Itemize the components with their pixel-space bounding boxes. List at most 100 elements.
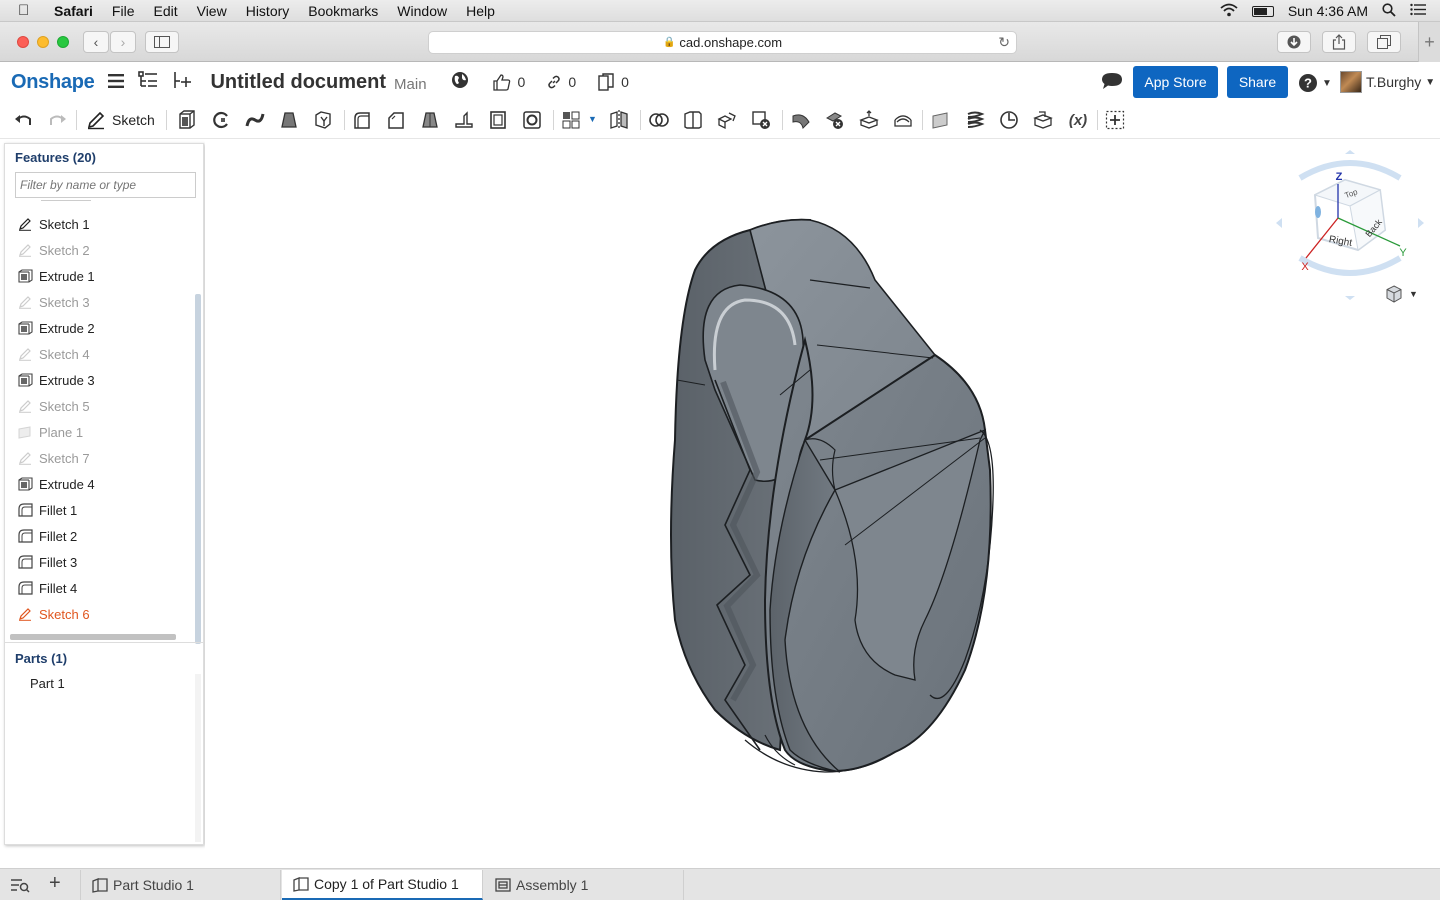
- menu-edit[interactable]: Edit: [153, 3, 177, 19]
- menu-window[interactable]: Window: [397, 3, 447, 19]
- tab-assembly-1[interactable]: Assembly 1: [484, 870, 684, 900]
- battery-icon[interactable]: [1251, 5, 1274, 17]
- wifi-icon[interactable]: [1220, 3, 1238, 20]
- feature-list-scrollbar[interactable]: [195, 294, 201, 644]
- feature-item[interactable]: Extrude 4: [15, 473, 185, 495]
- chamfer-icon[interactable]: [385, 109, 407, 131]
- feature-item[interactable]: Sketch 7: [15, 447, 185, 469]
- globe-icon[interactable]: [451, 71, 469, 94]
- feature-item[interactable]: Extrude 2: [15, 317, 185, 339]
- feature-item[interactable]: Sketch 6: [15, 603, 185, 625]
- menu-file[interactable]: File: [112, 3, 135, 19]
- helix-icon[interactable]: [964, 109, 986, 131]
- shell-icon[interactable]: [487, 109, 509, 131]
- app-store-button[interactable]: App Store: [1133, 66, 1218, 98]
- tabs-overview-button[interactable]: [1367, 31, 1401, 53]
- modify-fillet-icon[interactable]: [790, 109, 812, 131]
- add-tab-button[interactable]: +: [49, 872, 61, 895]
- onshape-logo[interactable]: Onshape: [11, 71, 95, 94]
- close-window-button[interactable]: [17, 36, 29, 48]
- pattern-dropdown-chevron-icon[interactable]: ▼: [588, 114, 597, 124]
- thicken-icon[interactable]: [312, 109, 334, 131]
- zoom-window-button[interactable]: [57, 36, 69, 48]
- notification-center-icon[interactable]: [1410, 3, 1426, 19]
- mate-connector-icon[interactable]: [998, 109, 1020, 131]
- feature-item[interactable]: Sketch 5: [15, 395, 185, 417]
- pattern-icon[interactable]: [560, 109, 582, 131]
- rib-icon[interactable]: [453, 109, 475, 131]
- share-button[interactable]: Share: [1227, 66, 1288, 98]
- share-page-button[interactable]: [1322, 31, 1356, 53]
- boolean-icon[interactable]: [648, 109, 670, 131]
- apple-menu-icon[interactable]: : [18, 2, 40, 19]
- fillet-icon[interactable]: [351, 109, 373, 131]
- feature-item[interactable]: Extrude 1: [15, 265, 185, 287]
- menu-app-name[interactable]: Safari: [54, 3, 93, 19]
- loft-icon[interactable]: [278, 109, 300, 131]
- minimize-window-button[interactable]: [37, 36, 49, 48]
- sidebar-toggle-button[interactable]: [145, 31, 179, 53]
- user-menu[interactable]: T.Burghy ▼: [1340, 71, 1435, 93]
- feature-item[interactable]: Fillet 1: [15, 499, 185, 521]
- menu-help[interactable]: Help: [466, 3, 495, 19]
- redo-icon[interactable]: [46, 109, 68, 131]
- feature-filter-input[interactable]: [15, 172, 196, 198]
- delete-face-icon[interactable]: [824, 109, 846, 131]
- plane-icon[interactable]: [930, 109, 952, 131]
- split-icon[interactable]: [682, 109, 704, 131]
- draft-icon[interactable]: [419, 109, 441, 131]
- mirror-icon[interactable]: [608, 109, 630, 131]
- comments-icon[interactable]: [1101, 72, 1123, 95]
- move-face-icon[interactable]: [858, 109, 880, 131]
- add-custom-feature-icon[interactable]: [1104, 109, 1126, 131]
- tab-part-studio-1[interactable]: Part Studio 1: [80, 870, 281, 900]
- feature-item[interactable]: Sketch 2: [15, 239, 185, 261]
- feature-list-toggle-icon[interactable]: [138, 70, 158, 94]
- feature-item[interactable]: Extrude 3: [15, 369, 185, 391]
- extrude-icon[interactable]: [176, 109, 198, 131]
- transform-icon[interactable]: [716, 109, 738, 131]
- tab-copy-1-of-part-studio-1[interactable]: Copy 1 of Part Studio 1: [282, 870, 483, 900]
- feature-item[interactable]: Fillet 3: [15, 551, 185, 573]
- delete-part-icon[interactable]: [750, 109, 772, 131]
- new-tab-button[interactable]: +: [1418, 22, 1440, 62]
- graphics-viewport[interactable]: Z X Y Right Back Top ▼: [205, 140, 1440, 868]
- feature-item[interactable]: Sketch 1: [15, 213, 185, 235]
- part-3d-model[interactable]: [205, 140, 1440, 868]
- hamburger-menu-icon[interactable]: [108, 72, 125, 93]
- feature-item[interactable]: Fillet 2: [15, 525, 185, 547]
- replace-face-icon[interactable]: [892, 109, 914, 131]
- part-item[interactable]: Part 1: [30, 676, 65, 691]
- address-bar[interactable]: 🔒 cad.onshape.com ↻: [428, 31, 1017, 54]
- likes-counter[interactable]: 0: [492, 73, 525, 91]
- feature-item[interactable]: Plane 1: [15, 421, 185, 443]
- menu-view[interactable]: View: [197, 3, 227, 19]
- revolve-icon[interactable]: [210, 109, 232, 131]
- menu-history[interactable]: History: [246, 3, 290, 19]
- downloads-button[interactable]: [1277, 31, 1311, 53]
- sketch-button[interactable]: Sketch: [86, 109, 155, 131]
- menu-clock[interactable]: Sun 4:36 AM: [1288, 3, 1368, 19]
- forward-button[interactable]: ›: [110, 31, 136, 53]
- tab-manager-icon[interactable]: [10, 877, 30, 898]
- feature-item[interactable]: Sketch 3: [15, 291, 185, 313]
- workspace-branch[interactable]: Main: [394, 76, 427, 93]
- links-counter[interactable]: 0: [547, 74, 576, 90]
- feature-item[interactable]: Sketch 4: [15, 343, 185, 365]
- hole-icon[interactable]: [521, 109, 543, 131]
- insert-feature-icon[interactable]: [172, 71, 192, 94]
- menu-bookmarks[interactable]: Bookmarks: [308, 3, 378, 19]
- feature-list-horizontal-scrollbar[interactable]: [10, 634, 176, 640]
- view-options-menu[interactable]: ▼: [1385, 285, 1418, 303]
- spotlight-search-icon[interactable]: [1382, 2, 1396, 20]
- variable-icon[interactable]: (x): [1066, 109, 1090, 131]
- derived-icon[interactable]: [1032, 109, 1054, 131]
- sweep-icon[interactable]: [244, 109, 266, 131]
- document-title[interactable]: Untitled document: [210, 71, 386, 94]
- back-button[interactable]: ‹: [83, 31, 109, 53]
- help-menu[interactable]: ? ▼: [1298, 73, 1332, 93]
- feature-item[interactable]: Fillet 4: [15, 577, 185, 599]
- undo-icon[interactable]: [13, 109, 35, 131]
- reload-icon[interactable]: ↻: [998, 34, 1010, 51]
- copies-counter[interactable]: 0: [598, 73, 629, 91]
